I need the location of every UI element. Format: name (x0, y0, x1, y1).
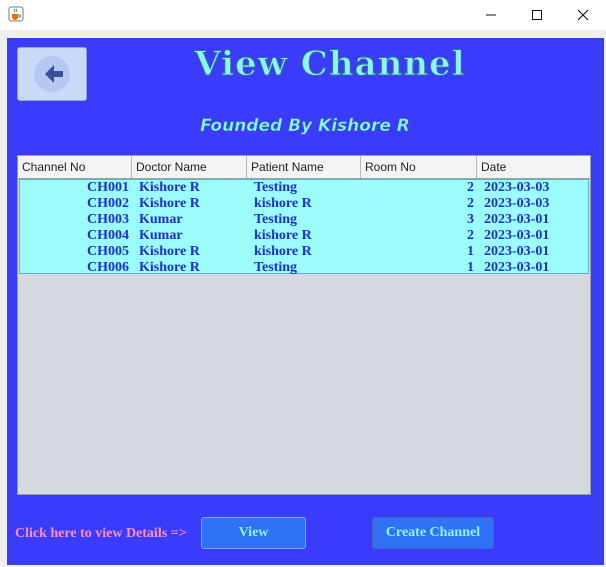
cell-patient-name: kishore R (254, 196, 312, 211)
minimize-button[interactable] (468, 0, 514, 30)
cell-doctor-name: Kishore R (139, 196, 200, 211)
cell-doctor-name: Kumar (139, 212, 183, 227)
table-row[interactable]: CH006 Kishore R Testing 1 2023-03-01 (20, 260, 588, 276)
column-header-date[interactable]: Date (477, 156, 590, 178)
create-channel-button[interactable]: Create Channel (372, 517, 494, 549)
cell-date: 2023-03-03 (484, 196, 550, 211)
close-icon (577, 9, 589, 21)
cell-doctor-name: Kumar (139, 228, 183, 243)
cell-channel-no: CH001 (87, 180, 129, 195)
cell-date: 2023-03-01 (484, 260, 550, 275)
close-button[interactable] (560, 0, 606, 30)
cell-room-no: 2 (467, 228, 474, 243)
view-details-hint: Click here to view Details => (15, 526, 187, 541)
cell-room-no: 3 (467, 212, 474, 227)
cell-channel-no: CH004 (87, 228, 129, 243)
cell-date: 2023-03-01 (484, 212, 550, 227)
cell-patient-name: Testing (254, 212, 298, 227)
cell-patient-name: kishore R (254, 228, 312, 243)
column-header-doctor-name[interactable]: Doctor Name (132, 156, 247, 178)
table-header: Channel No Doctor Name Patient Name Room… (18, 156, 590, 179)
table-row[interactable]: CH002 Kishore R kishore R 2 2023-03-03 (20, 196, 588, 212)
cell-patient-name: Testing (254, 260, 298, 275)
channel-table[interactable]: Channel No Doctor Name Patient Name Room… (17, 155, 591, 495)
column-header-channel-no[interactable]: Channel No (18, 156, 132, 178)
table-row[interactable]: CH003 Kumar Testing 3 2023-03-01 (20, 212, 588, 228)
table-row[interactable]: CH001 Kishore R Testing 2 2023-03-03 (20, 180, 588, 196)
cell-date: 2023-03-01 (484, 244, 550, 259)
cell-patient-name: kishore R (254, 244, 312, 259)
maximize-icon (532, 10, 542, 20)
table-body: CH001 Kishore R Testing 2 2023-03-03 CH0… (19, 179, 589, 276)
page-title: View Channel (194, 44, 466, 85)
arrow-left-icon (34, 56, 70, 92)
back-button[interactable] (17, 47, 87, 101)
cell-channel-no: CH006 (87, 260, 129, 275)
column-header-room-no[interactable]: Room No (361, 156, 477, 178)
table-row[interactable]: CH005 Kishore R kishore R 1 2023-03-01 (20, 244, 588, 260)
cell-room-no: 1 (467, 260, 474, 275)
table-row[interactable]: CH004 Kumar kishore R 2 2023-03-01 (20, 228, 588, 244)
cell-room-no: 2 (467, 196, 474, 211)
cell-doctor-name: Kishore R (139, 244, 200, 259)
cell-date: 2023-03-01 (484, 228, 550, 243)
cell-room-no: 2 (467, 180, 474, 195)
cell-channel-no: CH005 (87, 244, 129, 259)
cell-doctor-name: Kishore R (139, 180, 200, 195)
cell-channel-no: CH003 (87, 212, 129, 227)
cell-doctor-name: Kishore R (139, 260, 200, 275)
maximize-button[interactable] (514, 0, 560, 30)
cell-room-no: 1 (467, 244, 474, 259)
cell-date: 2023-03-03 (484, 180, 550, 195)
page-subtitle: Founded By Kishore R (200, 116, 410, 137)
view-button[interactable]: View (201, 517, 306, 549)
cell-channel-no: CH002 (87, 196, 129, 211)
minimize-icon (486, 14, 496, 16)
column-header-patient-name[interactable]: Patient Name (247, 156, 361, 178)
window-titlebar (0, 0, 606, 30)
cell-patient-name: Testing (254, 180, 298, 195)
java-cup-icon (8, 6, 24, 22)
